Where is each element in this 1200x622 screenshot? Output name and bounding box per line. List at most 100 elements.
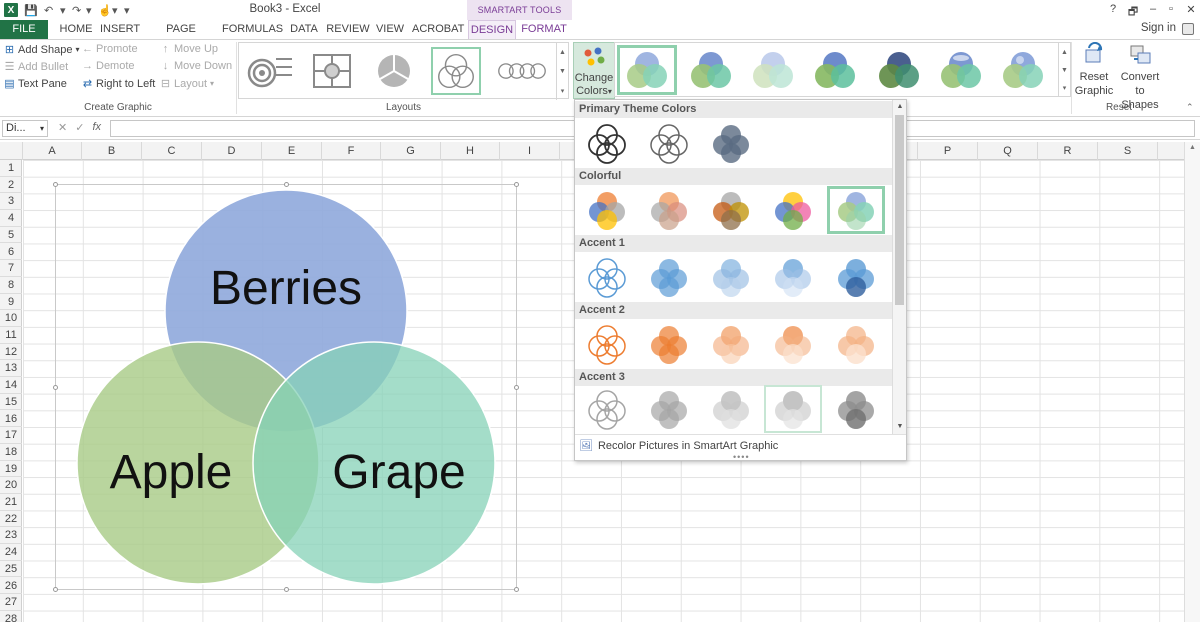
color-option-colorful-2[interactable] — [640, 186, 698, 234]
styles-more-button[interactable]: ▾ — [1058, 79, 1070, 97]
text-pane-button[interactable]: ▤ Text Pane — [4, 77, 67, 91]
row-header[interactable]: 27 — [0, 594, 22, 611]
select-all-corner[interactable] — [0, 142, 23, 160]
color-option-primary-3[interactable] — [702, 119, 760, 167]
resize-grip-icon[interactable]: •••• — [733, 452, 750, 462]
layout-button[interactable]: ⊟ Layout ▾ — [160, 77, 214, 91]
row-header[interactable]: 14 — [0, 377, 22, 394]
color-option-primary-2[interactable] — [640, 119, 698, 167]
column-header[interactable]: C — [142, 142, 202, 160]
row-header[interactable]: 16 — [0, 411, 22, 428]
resize-handle[interactable] — [514, 182, 519, 187]
color-option-accent1-3[interactable] — [702, 253, 760, 301]
color-option-primary-1[interactable] — [578, 119, 636, 167]
row-header[interactable]: 8 — [0, 277, 22, 294]
color-option-colorful-1[interactable] — [578, 186, 636, 234]
color-option-accent2-2[interactable] — [640, 320, 698, 368]
style-thumbnail-subtle[interactable] — [681, 45, 741, 95]
maximize-button[interactable]: ▫ — [1164, 3, 1178, 15]
sign-in-link[interactable]: Sign in — [1141, 22, 1176, 34]
styles-scroll-up-button[interactable]: ▲ — [1058, 43, 1070, 61]
style-thumbnail-intense[interactable] — [805, 45, 865, 95]
color-option-accent1-1[interactable] — [578, 253, 636, 301]
row-header[interactable]: 28 — [0, 611, 22, 622]
row-header[interactable]: 21 — [0, 494, 22, 511]
color-option-accent2-5[interactable] — [827, 320, 885, 368]
name-box[interactable]: Di... ▾ — [2, 120, 48, 137]
promote-button[interactable]: ← Promote — [82, 43, 138, 55]
color-option-accent3-2[interactable] — [640, 385, 698, 433]
tab-review[interactable]: REVIEW — [326, 20, 370, 39]
collapse-ribbon-icon[interactable]: ⌃ — [1186, 102, 1194, 113]
column-header[interactable]: I — [500, 142, 560, 160]
column-header[interactable]: D — [202, 142, 262, 160]
vertical-scrollbar[interactable]: ▲ — [1184, 142, 1200, 622]
column-header[interactable]: B — [82, 142, 142, 160]
dropdown-scrollbar[interactable]: ▲ ▼ — [892, 100, 906, 434]
reset-graphic-button[interactable]: Reset Graphic — [1074, 41, 1114, 98]
tab-format[interactable]: FORMAT — [518, 20, 570, 39]
row-header[interactable]: 22 — [0, 511, 22, 528]
layout-target-thumbnail[interactable] — [245, 47, 295, 95]
minimize-button[interactable]: – — [1146, 3, 1160, 15]
scroll-down-arrow-icon[interactable]: ▼ — [893, 420, 907, 433]
row-header[interactable]: 4 — [0, 210, 22, 227]
tab-formulas[interactable]: FORMULAS — [222, 20, 283, 39]
color-option-accent2-1[interactable] — [578, 320, 636, 368]
resize-handle[interactable] — [284, 182, 289, 187]
styles-scroll-down-button[interactable]: ▼ — [1058, 61, 1070, 79]
move-down-button[interactable]: ↓ Move Down — [160, 60, 232, 72]
row-header[interactable]: 23 — [0, 527, 22, 545]
insert-function-button[interactable]: fx — [92, 121, 101, 134]
gallery-scroll-down-button[interactable]: ▼ — [556, 62, 568, 81]
tab-insert[interactable]: INSERT — [100, 20, 140, 39]
row-header[interactable]: 20 — [0, 477, 22, 494]
tab-data[interactable]: DATA — [288, 20, 320, 39]
column-header[interactable]: H — [441, 142, 500, 160]
add-bullet-button[interactable]: ☰ Add Bullet — [4, 60, 69, 74]
color-option-accent2-4[interactable] — [764, 320, 822, 368]
color-option-colorful-5[interactable] — [827, 186, 885, 234]
color-option-accent3-4[interactable] — [764, 385, 822, 433]
style-thumbnail-glossy[interactable] — [931, 45, 991, 95]
row-header[interactable]: 10 — [0, 310, 22, 327]
account-icon[interactable] — [1182, 23, 1194, 35]
tab-page-layout[interactable]: PAGE LAYOUT — [146, 20, 216, 54]
column-header[interactable]: P — [918, 142, 978, 160]
row-header[interactable]: 6 — [0, 244, 22, 261]
column-header[interactable]: R — [1038, 142, 1098, 160]
tab-design[interactable]: DESIGN — [468, 20, 516, 39]
gallery-more-button[interactable]: ▾ — [556, 81, 568, 100]
row-header[interactable]: 19 — [0, 461, 22, 478]
row-header[interactable]: 13 — [0, 360, 22, 378]
row-header[interactable]: 26 — [0, 578, 22, 595]
resize-handle[interactable] — [514, 385, 519, 390]
row-header[interactable]: 7 — [0, 260, 22, 277]
color-option-accent3-3[interactable] — [702, 385, 760, 433]
layout-basic-venn-thumbnail[interactable] — [431, 47, 481, 95]
row-header[interactable]: 5 — [0, 227, 22, 244]
row-header[interactable]: 24 — [0, 544, 22, 561]
tab-home[interactable]: HOME — [56, 20, 96, 39]
resize-handle[interactable] — [53, 182, 58, 187]
style-thumbnail-flat[interactable] — [617, 45, 677, 95]
row-header[interactable]: 2 — [0, 177, 22, 194]
recolor-pictures-menu-item[interactable]: 🖼 Recolor Pictures in SmartArt Graphic — [579, 439, 778, 453]
style-thumbnail-3d[interactable] — [993, 45, 1053, 95]
row-header[interactable]: 11 — [0, 327, 22, 344]
resize-handle[interactable] — [53, 385, 58, 390]
row-header[interactable]: 9 — [0, 294, 22, 311]
enter-icon[interactable]: ✓ — [75, 121, 84, 134]
resize-handle[interactable] — [284, 587, 289, 592]
color-option-colorful-4[interactable] — [764, 186, 822, 234]
tab-acrobat[interactable]: ACROBAT — [412, 20, 464, 39]
column-header[interactable]: G — [381, 142, 441, 160]
scrollbar-thumb[interactable] — [895, 115, 904, 305]
color-option-accent3-1[interactable] — [578, 385, 636, 433]
demote-button[interactable]: → Demote — [82, 60, 135, 72]
style-thumbnail-moderate[interactable] — [743, 45, 803, 95]
close-button[interactable]: ✕ — [1184, 3, 1198, 16]
cancel-icon[interactable]: ✕ — [58, 121, 67, 134]
tab-view[interactable]: VIEW — [374, 20, 406, 39]
column-header[interactable]: A — [23, 142, 82, 160]
